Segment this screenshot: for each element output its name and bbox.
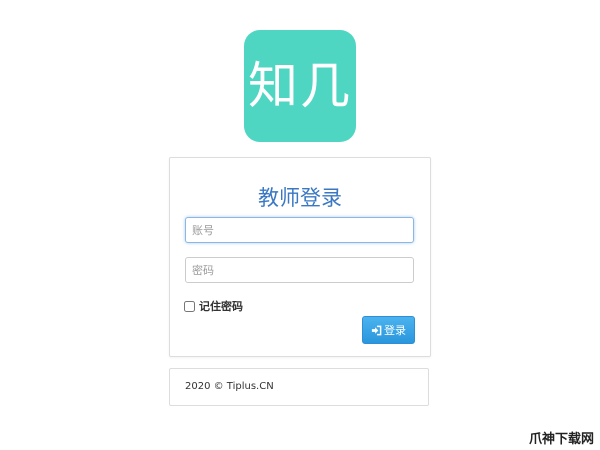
footer-panel: 2020 © Tiplus.CN [169,368,429,406]
logo-text: 知几 [248,57,352,115]
copyright-text: 2020 © Tiplus.CN [185,381,274,392]
login-page: 知几 教师登录 记住密码 登录 2020 © Tiplus.CN 爪神下载网 [0,0,600,450]
account-input[interactable] [185,217,414,243]
login-button-label: 登录 [384,324,406,337]
remember-label: 记住密码 [199,300,243,313]
login-panel: 教师登录 记住密码 登录 [169,157,431,357]
watermark: 爪神下载网 [528,432,594,447]
app-logo: 知几 [244,30,356,142]
sign-in-icon [371,325,382,335]
password-input[interactable] [185,257,414,283]
login-button[interactable]: 登录 [362,316,415,344]
remember-checkbox[interactable] [184,300,195,312]
remember-password[interactable]: 记住密码 [184,298,243,314]
login-title: 教师登录 [258,186,342,210]
